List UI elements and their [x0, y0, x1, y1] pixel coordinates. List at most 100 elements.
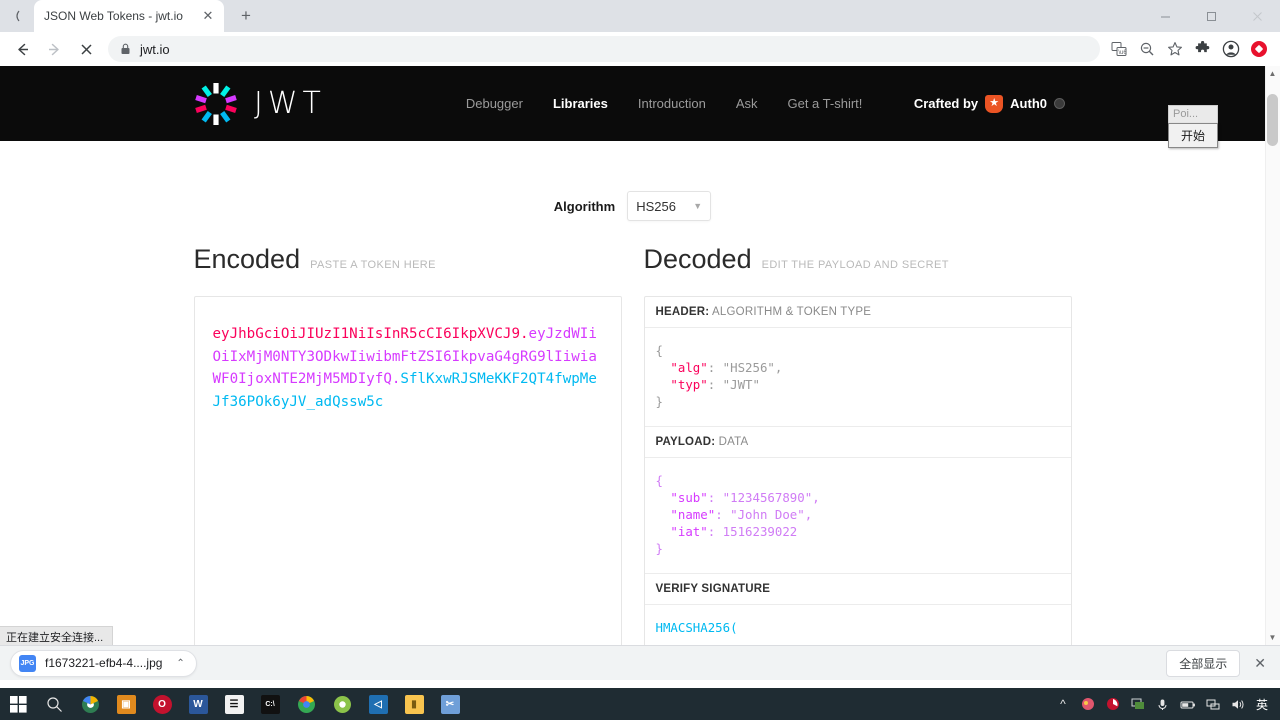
- show-all-downloads-button[interactable]: 全部显示: [1166, 649, 1241, 677]
- windows-start-icon[interactable]: [0, 688, 36, 720]
- site-brand-text: JWT: [254, 86, 326, 121]
- windows-taskbar: ▣ O W ☰ C:\ ◁ ▮ ✂ ^ 英: [0, 688, 1280, 720]
- jwt-logo-icon: [195, 82, 237, 125]
- floating-mini-widget[interactable]: Poi... 开始: [1168, 105, 1218, 148]
- app-tray-icon[interactable]: [1077, 688, 1099, 720]
- taskbar-app-chrome-icon[interactable]: [288, 688, 324, 720]
- download-menu-chevron-icon[interactable]: ⌃: [171, 658, 189, 669]
- network-icon[interactable]: [1202, 688, 1224, 720]
- header-comma-0: ,: [774, 360, 783, 375]
- taskbar-app-square-icon[interactable]: ▣: [108, 688, 144, 720]
- system-tray: ^ 英: [1052, 688, 1280, 720]
- taskbar-app-chrome-beta-icon[interactable]: [72, 688, 108, 720]
- nav-item-debugger[interactable]: Debugger: [466, 96, 523, 111]
- site-header: JWT Debugger Libraries Introduction Ask …: [0, 66, 1265, 141]
- close-downloads-bar-icon[interactable]: ✕: [1250, 655, 1270, 672]
- minimize-button[interactable]: [1142, 0, 1188, 32]
- taskbar-app-opera-icon[interactable]: O: [144, 688, 180, 720]
- signature-editor[interactable]: HMACSHA256(: [645, 605, 1071, 645]
- site-nav: Debugger Libraries Introduction Ask Get …: [466, 96, 863, 111]
- signature-panel-label-bold: VERIFY SIGNATURE: [655, 583, 771, 595]
- algorithm-row: Algorithm HS256 ▼: [0, 191, 1265, 221]
- tab-title: JSON Web Tokens - jwt.io: [44, 9, 183, 23]
- zoom-out-icon[interactable]: [1134, 36, 1160, 62]
- tab-close-icon[interactable]: ✕: [200, 8, 216, 24]
- back-button[interactable]: [8, 35, 36, 63]
- omnibox[interactable]: jwt.io: [108, 36, 1100, 62]
- download-file-name: f1673221-efb4-4....jpg: [45, 656, 163, 670]
- header-value-alg: "HS256": [722, 360, 775, 375]
- header-close-brace: }: [655, 394, 663, 409]
- algorithm-select[interactable]: HS256 ▼: [627, 191, 712, 221]
- taskbar-app-green-icon[interactable]: [324, 688, 360, 720]
- page-scrollbar-thumb[interactable]: [1267, 94, 1278, 146]
- payload-sep-1: :: [715, 507, 731, 522]
- nav-item-ask[interactable]: Ask: [736, 96, 758, 111]
- payload-json-editor[interactable]: { "sub": "1234567890", "name": "John Doe…: [644, 458, 1071, 574]
- token-header-segment: eyJhbGciOiJIUzI1NiIsInR5cCI6IkpXVCJ9: [212, 326, 521, 342]
- bookmark-star-icon[interactable]: [1162, 36, 1188, 62]
- nav-item-introduction[interactable]: Introduction: [638, 96, 706, 111]
- shield-tray-icon[interactable]: [1102, 688, 1124, 720]
- payload-comma-1: ,: [804, 507, 813, 522]
- browser-status-bubble: 正在建立安全连接...: [0, 626, 114, 645]
- browser-tab[interactable]: JSON Web Tokens - jwt.io ✕: [34, 0, 224, 32]
- download-item[interactable]: JPG f1673221-efb4-4....jpg ⌃: [10, 649, 197, 677]
- header-json-editor[interactable]: { "alg": "HS256", "typ": "JWT" }: [644, 328, 1071, 427]
- payload-panel-label-rest: DATA: [715, 436, 749, 448]
- crafted-by-label: Crafted by: [913, 96, 979, 111]
- header-panel-label: HEADER: ALGORITHM & TOKEN TYPE: [644, 297, 1071, 328]
- header-key-alg: "alg": [670, 360, 708, 375]
- jwt-favicon-icon: [0, 0, 34, 32]
- encoded-title: Encoded: [193, 244, 301, 274]
- svg-text:\u6587: \u6587: [1118, 50, 1127, 56]
- volume-icon[interactable]: [1227, 688, 1249, 720]
- battery-icon[interactable]: [1177, 688, 1199, 720]
- encoded-token-input[interactable]: eyJhbGciOiJIUzI1NiIsInR5cCI6IkpXVCJ9.eyJ…: [193, 296, 622, 645]
- new-tab-button[interactable]: +: [232, 2, 260, 30]
- nav-item-libraries[interactable]: Libraries: [553, 96, 608, 111]
- screen-tray-icon[interactable]: [1127, 688, 1149, 720]
- nav-item-get-a-tshirt[interactable]: Get a T-shirt!: [787, 96, 862, 111]
- payload-sep-0: :: [707, 490, 723, 505]
- taskbar-app-terminal-icon[interactable]: C:\: [252, 688, 288, 720]
- auth0-shield-icon: ★: [985, 94, 1004, 113]
- adblock-icon[interactable]: [1246, 36, 1272, 62]
- payload-panel-label: PAYLOAD: DATA: [644, 427, 1071, 458]
- crafted-by-block[interactable]: Crafted by ★ Auth0: [913, 94, 1065, 113]
- taskbar-app-word-icon[interactable]: W: [180, 688, 216, 720]
- mini-widget-start-button[interactable]: 开始: [1168, 123, 1218, 148]
- chevron-up-icon[interactable]: ^: [1052, 688, 1074, 720]
- search-icon[interactable]: [36, 688, 72, 720]
- payload-open-brace: {: [655, 473, 663, 488]
- crafted-by-name: Auth0: [1010, 96, 1047, 111]
- taskbar-app-editor-icon[interactable]: ☰: [216, 688, 252, 720]
- header-value-typ: "JWT": [722, 377, 760, 392]
- translate-icon[interactable]: \u6587: [1106, 36, 1132, 62]
- site-logo[interactable]: JWT: [192, 82, 326, 126]
- scroll-down-arrow-icon[interactable]: ▼: [1267, 632, 1278, 643]
- payload-panel-label-bold: PAYLOAD:: [655, 436, 716, 448]
- scroll-up-arrow-icon[interactable]: ▲: [1267, 68, 1278, 79]
- encoded-subtitle: PASTE A TOKEN HERE: [310, 259, 436, 271]
- taskbar-app-snip-tool-icon[interactable]: ✂: [432, 688, 468, 720]
- extensions-puzzle-icon[interactable]: [1190, 36, 1216, 62]
- profile-avatar-icon[interactable]: [1218, 36, 1244, 62]
- window-controls: [1142, 0, 1280, 32]
- microphone-icon[interactable]: [1152, 688, 1174, 720]
- taskbar-app-vscode-icon[interactable]: ◁: [360, 688, 396, 720]
- forward-button[interactable]: [40, 35, 68, 63]
- jpg-file-icon: JPG: [19, 654, 36, 672]
- maximize-button[interactable]: [1188, 0, 1234, 32]
- payload-key-sub: "sub": [670, 490, 708, 505]
- stop-loading-button[interactable]: [72, 35, 100, 63]
- close-window-button[interactable]: [1234, 0, 1280, 32]
- page-scrollbar[interactable]: ▲ ▼: [1265, 66, 1280, 645]
- downloads-bar-actions: 全部显示 ✕: [1166, 649, 1270, 677]
- secure-lock-icon: [120, 43, 131, 55]
- algorithm-label: Algorithm: [553, 198, 616, 214]
- omnibox-url-text: jwt.io: [140, 41, 170, 57]
- payload-close-brace: }: [655, 541, 663, 556]
- taskbar-app-file-explorer-icon[interactable]: ▮: [396, 688, 432, 720]
- ime-indicator[interactable]: 英: [1252, 696, 1272, 713]
